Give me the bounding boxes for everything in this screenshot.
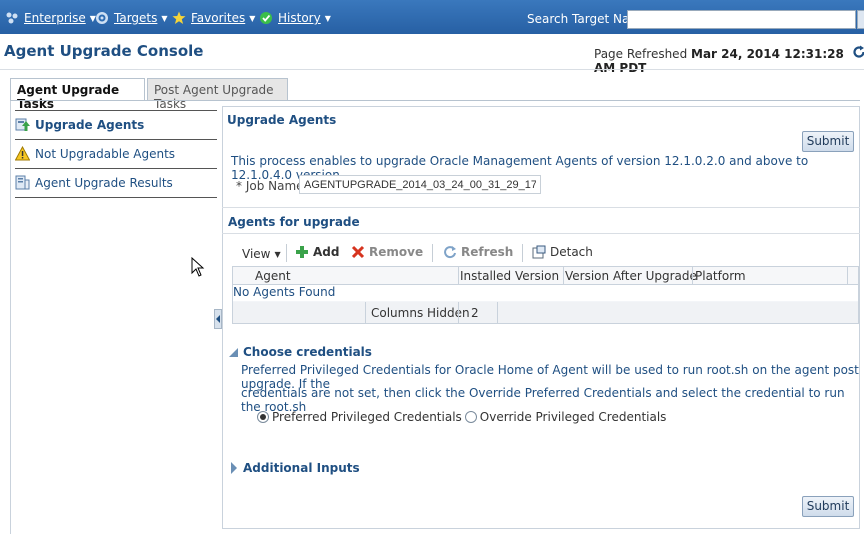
choose-credentials-title: Choose credentials	[243, 345, 372, 359]
sidebar-item-upgrade-agents[interactable]: Upgrade Agents	[15, 110, 217, 138]
targets-icon	[96, 12, 108, 24]
page-title: Agent Upgrade Console	[4, 42, 204, 60]
table-header: Agent Installed Version Version After Up…	[233, 267, 858, 285]
nav-history[interactable]: History ▼	[259, 10, 331, 26]
nav-favorites[interactable]: Favorites ▼	[172, 10, 255, 26]
section-divider	[222, 207, 860, 208]
tab-agent-upgrade-tasks[interactable]: Agent Upgrade Tasks	[10, 78, 145, 111]
disclosure-collapsed-icon	[231, 462, 237, 474]
nav-targets[interactable]: Targets ▼	[95, 10, 168, 26]
enterprise-icon	[6, 12, 18, 24]
detach-button-label: Detach	[550, 245, 593, 259]
agents-for-upgrade-title: Agents for upgrade	[228, 215, 360, 229]
add-button[interactable]: Add	[295, 245, 339, 259]
refresh-icon	[444, 246, 456, 259]
add-button-label: Add	[313, 245, 340, 259]
radio-preferred-label: Preferred Privileged Credentials	[272, 410, 462, 424]
search-button[interactable]	[857, 10, 864, 29]
toolbar-separator	[286, 244, 287, 262]
column-divider	[458, 267, 459, 285]
refresh-button[interactable]: Refresh	[443, 245, 513, 259]
chevron-down-icon: ▼	[274, 249, 281, 259]
history-icon	[260, 12, 272, 24]
nav-targets-label: Targets	[114, 11, 158, 25]
search-target-input[interactable]	[627, 10, 856, 29]
table-footer: Columns Hidden 2	[233, 302, 858, 323]
sidebar-item-not-upgradable-agents[interactable]: Not Upgradable Agents	[15, 139, 217, 167]
top-nav-bar: Enterprise ▼ Targets ▼ Favorites ▼ Histo…	[0, 0, 864, 34]
sidebar-divider	[15, 197, 217, 198]
chevron-down-icon: ▼	[249, 13, 256, 23]
tab-post-agent-upgrade-tasks[interactable]: Post Agent Upgrade Tasks	[147, 78, 288, 111]
page-refreshed-label: Page Refreshed	[594, 47, 688, 61]
sidebar-item-label: Agent Upgrade Results	[35, 175, 173, 190]
columns-hidden-label: Columns Hidden	[371, 306, 470, 320]
nav-enterprise[interactable]: Enterprise ▼	[5, 10, 96, 26]
columns-hidden-count[interactable]: 2	[471, 306, 479, 320]
nav-enterprise-label: Enterprise	[24, 11, 86, 25]
radio-override-label: Override Privileged Credentials	[479, 410, 667, 424]
collapse-panel-handle[interactable]	[214, 309, 222, 329]
nav-history-label: History	[278, 11, 321, 25]
toolbar-separator	[522, 244, 523, 262]
upgrade-agents-icon	[15, 118, 30, 131]
choose-credentials-toggle[interactable]: Choose credentials	[229, 345, 372, 359]
chevron-down-icon: ▼	[161, 13, 168, 23]
star-icon	[172, 11, 186, 24]
job-name-label: * Job Name	[236, 179, 304, 193]
agents-table-toolbar: View ▼ Add Remove Refresh Detach	[232, 242, 858, 266]
remove-button-label: Remove	[369, 245, 424, 259]
column-divider	[563, 267, 564, 285]
column-header-installed-version[interactable]: Installed Version	[460, 269, 559, 283]
upgrade-agents-title: Upgrade Agents	[227, 113, 337, 127]
footer-divider	[365, 302, 366, 323]
remove-button[interactable]: Remove	[351, 245, 423, 259]
footer-divider	[458, 302, 459, 323]
radio-preferred-credentials[interactable]	[257, 411, 269, 423]
radio-override-credentials[interactable]	[464, 411, 477, 423]
agents-table: Agent Installed Version Version After Up…	[232, 266, 859, 324]
table-empty-message: No Agents Found	[233, 285, 858, 301]
nav-favorites-label: Favorites	[191, 11, 246, 25]
sidebar-item-label: Not Upgradable Agents	[35, 146, 176, 161]
column-divider	[847, 267, 848, 285]
header-divider	[0, 69, 864, 70]
delete-icon	[351, 245, 365, 259]
plus-icon	[296, 246, 308, 258]
refresh-icon[interactable]	[852, 45, 864, 59]
disclosure-expanded-icon	[229, 347, 238, 357]
job-name-input[interactable]	[299, 175, 541, 194]
detach-button[interactable]: Detach	[532, 245, 593, 259]
column-header-platform[interactable]: Platform	[695, 269, 746, 283]
sidebar-item-label: Upgrade Agents	[35, 117, 145, 132]
warning-icon	[15, 146, 30, 161]
page-refreshed: Page Refreshed Mar 24, 2014 12:31:28 AM …	[594, 47, 864, 75]
detach-icon	[532, 245, 546, 259]
mouse-cursor-icon	[191, 257, 205, 277]
view-menu[interactable]: View ▼	[242, 247, 281, 261]
column-divider	[692, 267, 693, 285]
submit-button-top[interactable]: Submit	[802, 131, 854, 152]
chevron-down-icon: ▼	[324, 13, 331, 23]
credentials-radio-group: Preferred Privileged Credentials Overrid…	[257, 410, 666, 424]
submit-button-bottom[interactable]: Submit	[802, 496, 854, 517]
refresh-button-label: Refresh	[461, 245, 514, 259]
column-header-version-after-upgrade[interactable]: Version After Upgrade	[565, 269, 697, 283]
view-menu-label: View	[242, 247, 271, 261]
results-icon	[15, 175, 30, 190]
toolbar-separator	[432, 244, 433, 262]
sidebar-item-agent-upgrade-results[interactable]: Agent Upgrade Results	[15, 168, 217, 196]
additional-inputs-title: Additional Inputs	[243, 461, 360, 475]
section-divider	[222, 233, 860, 234]
column-header-agent[interactable]: Agent	[255, 269, 291, 283]
task-sidebar: Upgrade Agents Not Upgradable Agents Age…	[10, 101, 217, 534]
additional-inputs-toggle[interactable]: Additional Inputs	[229, 461, 360, 475]
footer-divider	[497, 302, 498, 323]
